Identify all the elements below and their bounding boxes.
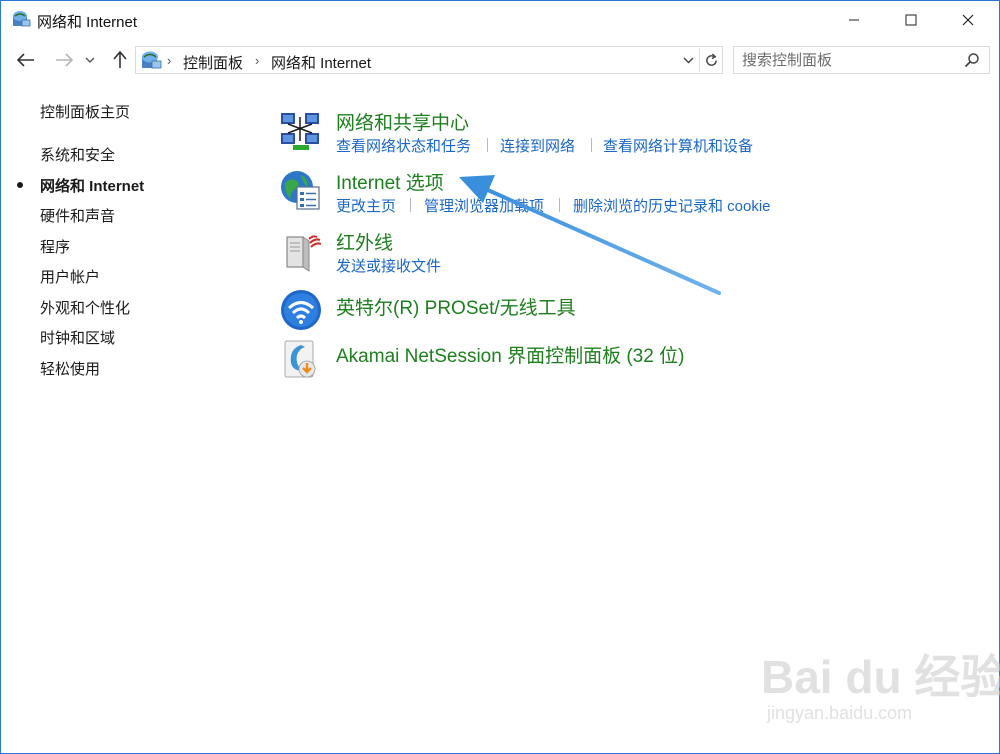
network-center-icon[interactable]	[279, 109, 323, 153]
maximize-button[interactable]	[882, 1, 940, 39]
sidebar-item-control-panel-home[interactable]: 控制面板主页	[40, 101, 130, 122]
chevron-down-icon	[683, 57, 693, 64]
infrared-icon[interactable]	[279, 229, 323, 273]
category-akamai-netsession[interactable]: Akamai NetSession 界面控制面板 (32 位)	[336, 341, 684, 368]
control-panel-window: 网络和 Internet › 控制面板 › 网络和 Internet 搜索控制面…	[0, 0, 1000, 754]
sidebar-item-user-accounts[interactable]: 用户帐户	[40, 266, 100, 287]
watermark-url: jingyan.baidu.com	[767, 703, 913, 723]
task-change-homepage[interactable]: 更改主页	[336, 195, 396, 216]
sidebar-item-appearance[interactable]: 外观和个性化	[40, 297, 130, 318]
task-separator	[487, 138, 488, 152]
window-title: 网络和 Internet	[37, 14, 138, 31]
minimize-button[interactable]	[825, 1, 883, 39]
sidebar-item-programs[interactable]: 程序	[40, 236, 70, 257]
search-icon[interactable]	[964, 52, 980, 68]
up-button[interactable]	[107, 47, 133, 73]
task-send-receive-files[interactable]: 发送或接收文件	[336, 255, 441, 276]
search-box	[733, 46, 990, 74]
task-manage-addons[interactable]: 管理浏览器加载项	[424, 195, 544, 216]
sidebar-item-system-security[interactable]: 系统和安全	[40, 144, 115, 165]
forward-arrow-icon	[56, 53, 73, 67]
forward-button[interactable]	[51, 47, 77, 73]
task-separator	[591, 138, 592, 152]
network-globe-icon	[13, 11, 31, 27]
minimize-icon	[849, 19, 859, 21]
close-icon	[962, 14, 974, 26]
baidu-watermark: Bai du 经验 jingyan.baidu.com	[761, 641, 1000, 741]
category-network-sharing-center[interactable]: 网络和共享中心	[336, 108, 469, 135]
sidebar-item-ease-of-access[interactable]: 轻松使用	[40, 358, 100, 379]
task-delete-history[interactable]: 删除浏览的历史记录和 cookie	[573, 195, 771, 216]
breadcrumb-control-panel[interactable]: 控制面板	[183, 52, 243, 73]
close-button[interactable]	[939, 1, 997, 39]
network-globe-icon	[142, 51, 162, 69]
address-bar[interactable]: › 控制面板 › 网络和 Internet	[135, 46, 723, 74]
task-separator	[559, 198, 560, 212]
category-internet-options[interactable]: Internet 选项	[336, 168, 444, 195]
akamai-icon[interactable]	[279, 337, 323, 381]
internet-options-icon[interactable]	[279, 169, 323, 213]
sidebar-item-clock-region[interactable]: 时钟和区域	[40, 327, 115, 348]
chevron-down-icon	[85, 57, 95, 63]
current-item-bullet	[17, 182, 23, 188]
sidebar-item-network-internet[interactable]: 网络和 Internet	[40, 175, 144, 196]
task-view-network-status[interactable]: 查看网络状态和任务	[336, 135, 471, 156]
title-bar: 网络和 Internet	[1, 1, 999, 39]
breadcrumb-separator: ›	[167, 53, 172, 68]
back-arrow-icon	[17, 53, 34, 67]
wireless-tool-icon[interactable]	[279, 288, 323, 332]
address-dropdown-button[interactable]	[679, 51, 697, 69]
refresh-icon	[706, 52, 717, 66]
breadcrumb-separator: ›	[255, 53, 260, 68]
navigation-bar: › 控制面板 › 网络和 Internet	[1, 43, 999, 77]
search-input[interactable]	[734, 47, 959, 73]
task-view-network-computers[interactable]: 查看网络计算机和设备	[603, 135, 753, 156]
watermark-brand: Bai du 经验	[761, 651, 1000, 703]
maximize-icon	[905, 14, 917, 26]
task-connect-to-network[interactable]: 连接到网络	[500, 135, 575, 156]
category-infrared[interactable]: 红外线	[336, 228, 393, 255]
refresh-button[interactable]	[699, 48, 723, 72]
up-arrow-icon	[113, 51, 127, 68]
breadcrumb-network-internet[interactable]: 网络和 Internet	[271, 52, 371, 73]
recent-locations-button[interactable]	[81, 47, 99, 73]
category-intel-proset-wireless[interactable]: 英特尔(R) PROSet/无线工具	[336, 293, 576, 320]
task-separator	[410, 198, 411, 212]
back-button[interactable]	[13, 47, 39, 73]
sidebar-item-hardware-sound[interactable]: 硬件和声音	[40, 205, 115, 226]
